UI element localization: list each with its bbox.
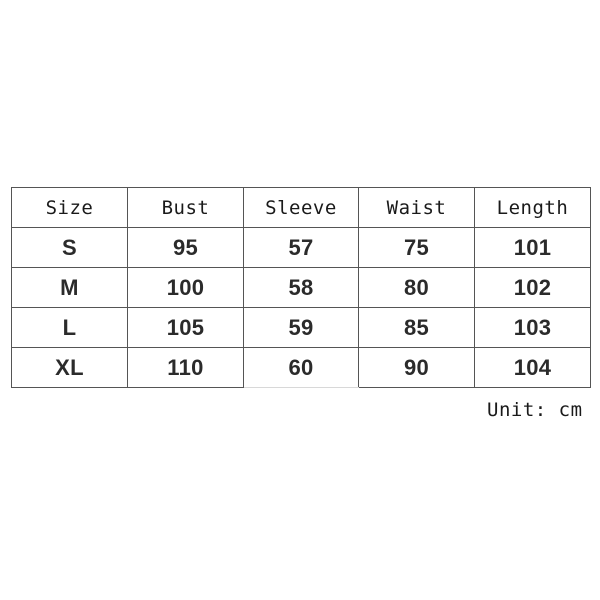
- cell-length: 102: [474, 267, 591, 308]
- cell-sleeve: 60: [243, 347, 359, 388]
- cell-waist: 75: [358, 227, 475, 268]
- cell-size: L: [11, 307, 128, 348]
- column-header-bust: Bust: [127, 187, 244, 228]
- cell-waist: 80: [358, 267, 475, 308]
- table-row: M 100 58 80 102: [11, 267, 591, 308]
- cell-bust: 105: [127, 307, 244, 348]
- cell-sleeve: 57: [243, 227, 359, 268]
- unit-label: Unit: cm: [487, 399, 583, 421]
- cell-sleeve: 58: [243, 267, 359, 308]
- cell-waist: 85: [358, 307, 475, 348]
- table-row: L 105 59 85 103: [11, 307, 591, 348]
- column-header-waist: Waist: [358, 187, 475, 228]
- cell-size: S: [11, 227, 128, 268]
- cell-length: 103: [474, 307, 591, 348]
- column-header-size: Size: [11, 187, 128, 228]
- cell-sleeve: 59: [243, 307, 359, 348]
- table-row: XL 110 60 90 104: [11, 347, 591, 388]
- column-header-length: Length: [474, 187, 591, 228]
- cell-size: XL: [11, 347, 128, 388]
- column-header-sleeve: Sleeve: [243, 187, 359, 228]
- size-table: Size Bust Sleeve Waist Length S 95 57 75…: [11, 187, 591, 388]
- table-header-row: Size Bust Sleeve Waist Length: [11, 187, 591, 228]
- cell-length: 101: [474, 227, 591, 268]
- cell-size: M: [11, 267, 128, 308]
- cell-bust: 95: [127, 227, 244, 268]
- cell-bust: 100: [127, 267, 244, 308]
- cell-length: 104: [474, 347, 591, 388]
- cell-waist: 90: [358, 347, 475, 388]
- size-chart: Size Bust Sleeve Waist Length S 95 57 75…: [11, 187, 591, 388]
- table-row: S 95 57 75 101: [11, 227, 591, 268]
- cell-bust: 110: [127, 347, 244, 388]
